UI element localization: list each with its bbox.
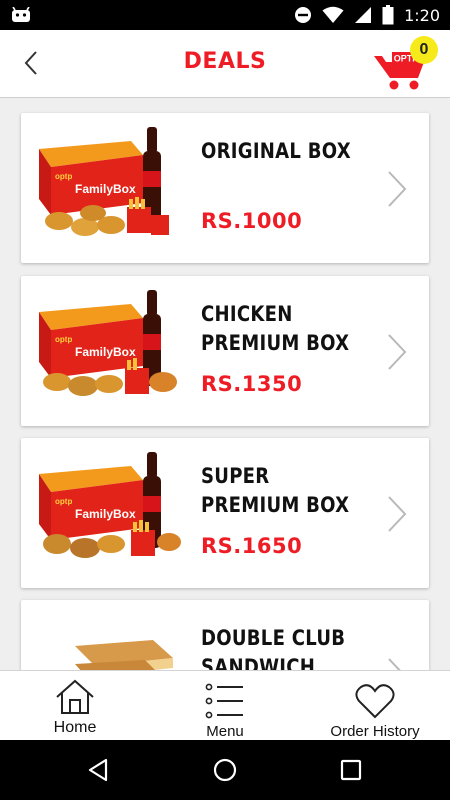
deal-card-original-box[interactable]: FamilyBox optp ORIGINAL BOX RS.1000 <box>21 113 429 263</box>
box-brand-text: FamilyBox <box>75 182 136 196</box>
status-bar: 1:20 <box>0 0 450 30</box>
chevron-right-icon <box>388 334 407 370</box>
status-icons: 1:20 <box>294 5 440 25</box>
deal-name: ORIGINAL BOX <box>201 139 351 163</box>
deal-card-super-premium-box[interactable]: FamilyBox optp SUPER PREMIUM BOX RS.1650 <box>21 438 429 588</box>
system-navigation-bar <box>0 740 450 800</box>
android-notification-icon <box>12 7 30 22</box>
deal-name: SUPER PREMIUM BOX <box>201 464 350 517</box>
recents-square-icon[interactable] <box>336 755 366 785</box>
deal-card-chicken-premium-box[interactable]: FamilyBox optp CHICKEN PREMIUM BOX RS.13… <box>21 276 429 426</box>
deal-price: RS.1000 <box>201 209 303 233</box>
nav-order-history[interactable]: Order History <box>300 671 450 740</box>
box-logo-text: optp <box>55 172 72 181</box>
nav-label: Order History <box>330 723 420 740</box>
home-circle-icon[interactable] <box>210 755 240 785</box>
deal-name: DOUBLE CLUB SANDWICH DEAL <box>201 626 346 670</box>
back-triangle-icon[interactable] <box>84 755 114 785</box>
nav-home[interactable]: Home <box>0 671 150 740</box>
deal-image <box>75 640 173 670</box>
cart-button[interactable]: OPTP 0 <box>372 36 438 94</box>
box-logo-text: optp <box>55 335 72 344</box>
box-brand-text: FamilyBox <box>75 507 136 521</box>
nav-label: Home <box>53 719 97 736</box>
home-icon <box>56 679 94 714</box>
chevron-right-icon <box>388 658 401 670</box>
deal-card-double-club-sandwich-deal[interactable]: DOUBLE CLUB SANDWICH DEAL <box>21 600 429 670</box>
deal-image: FamilyBox optp <box>39 290 177 396</box>
chevron-right-icon <box>388 496 407 532</box>
do-not-disturb-icon <box>295 7 312 23</box>
deal-image: FamilyBox optp <box>39 452 181 558</box>
deal-image: FamilyBox optp <box>39 127 169 236</box>
heart-icon <box>355 684 395 719</box>
app-header: DEALS OPTP 0 <box>0 30 450 98</box>
nav-menu[interactable]: Menu <box>150 671 300 740</box>
deal-price: RS.1650 <box>201 534 303 558</box>
status-time: 1:20 <box>404 5 440 25</box>
menu-icon <box>205 683 243 719</box>
bottom-navigation: Home Menu Order History <box>0 670 450 740</box>
deals-screen: 1:20 DEALS OPTP 0 FamilyBox optp ORIGINA… <box>0 0 450 800</box>
signal-icon <box>355 7 372 23</box>
box-brand-text: FamilyBox <box>75 345 136 359</box>
battery-icon <box>382 5 394 25</box>
deal-price: RS.1350 <box>201 372 303 396</box>
wifi-icon <box>322 6 344 23</box>
cart-count-badge: 0 <box>410 36 438 64</box>
box-logo-text: optp <box>55 497 72 506</box>
deal-name: CHICKEN PREMIUM BOX <box>201 302 350 355</box>
deals-list[interactable]: FamilyBox optp ORIGINAL BOX RS.1000 Fami… <box>0 99 450 670</box>
nav-label: Menu <box>206 723 244 740</box>
chevron-right-icon <box>388 171 407 207</box>
